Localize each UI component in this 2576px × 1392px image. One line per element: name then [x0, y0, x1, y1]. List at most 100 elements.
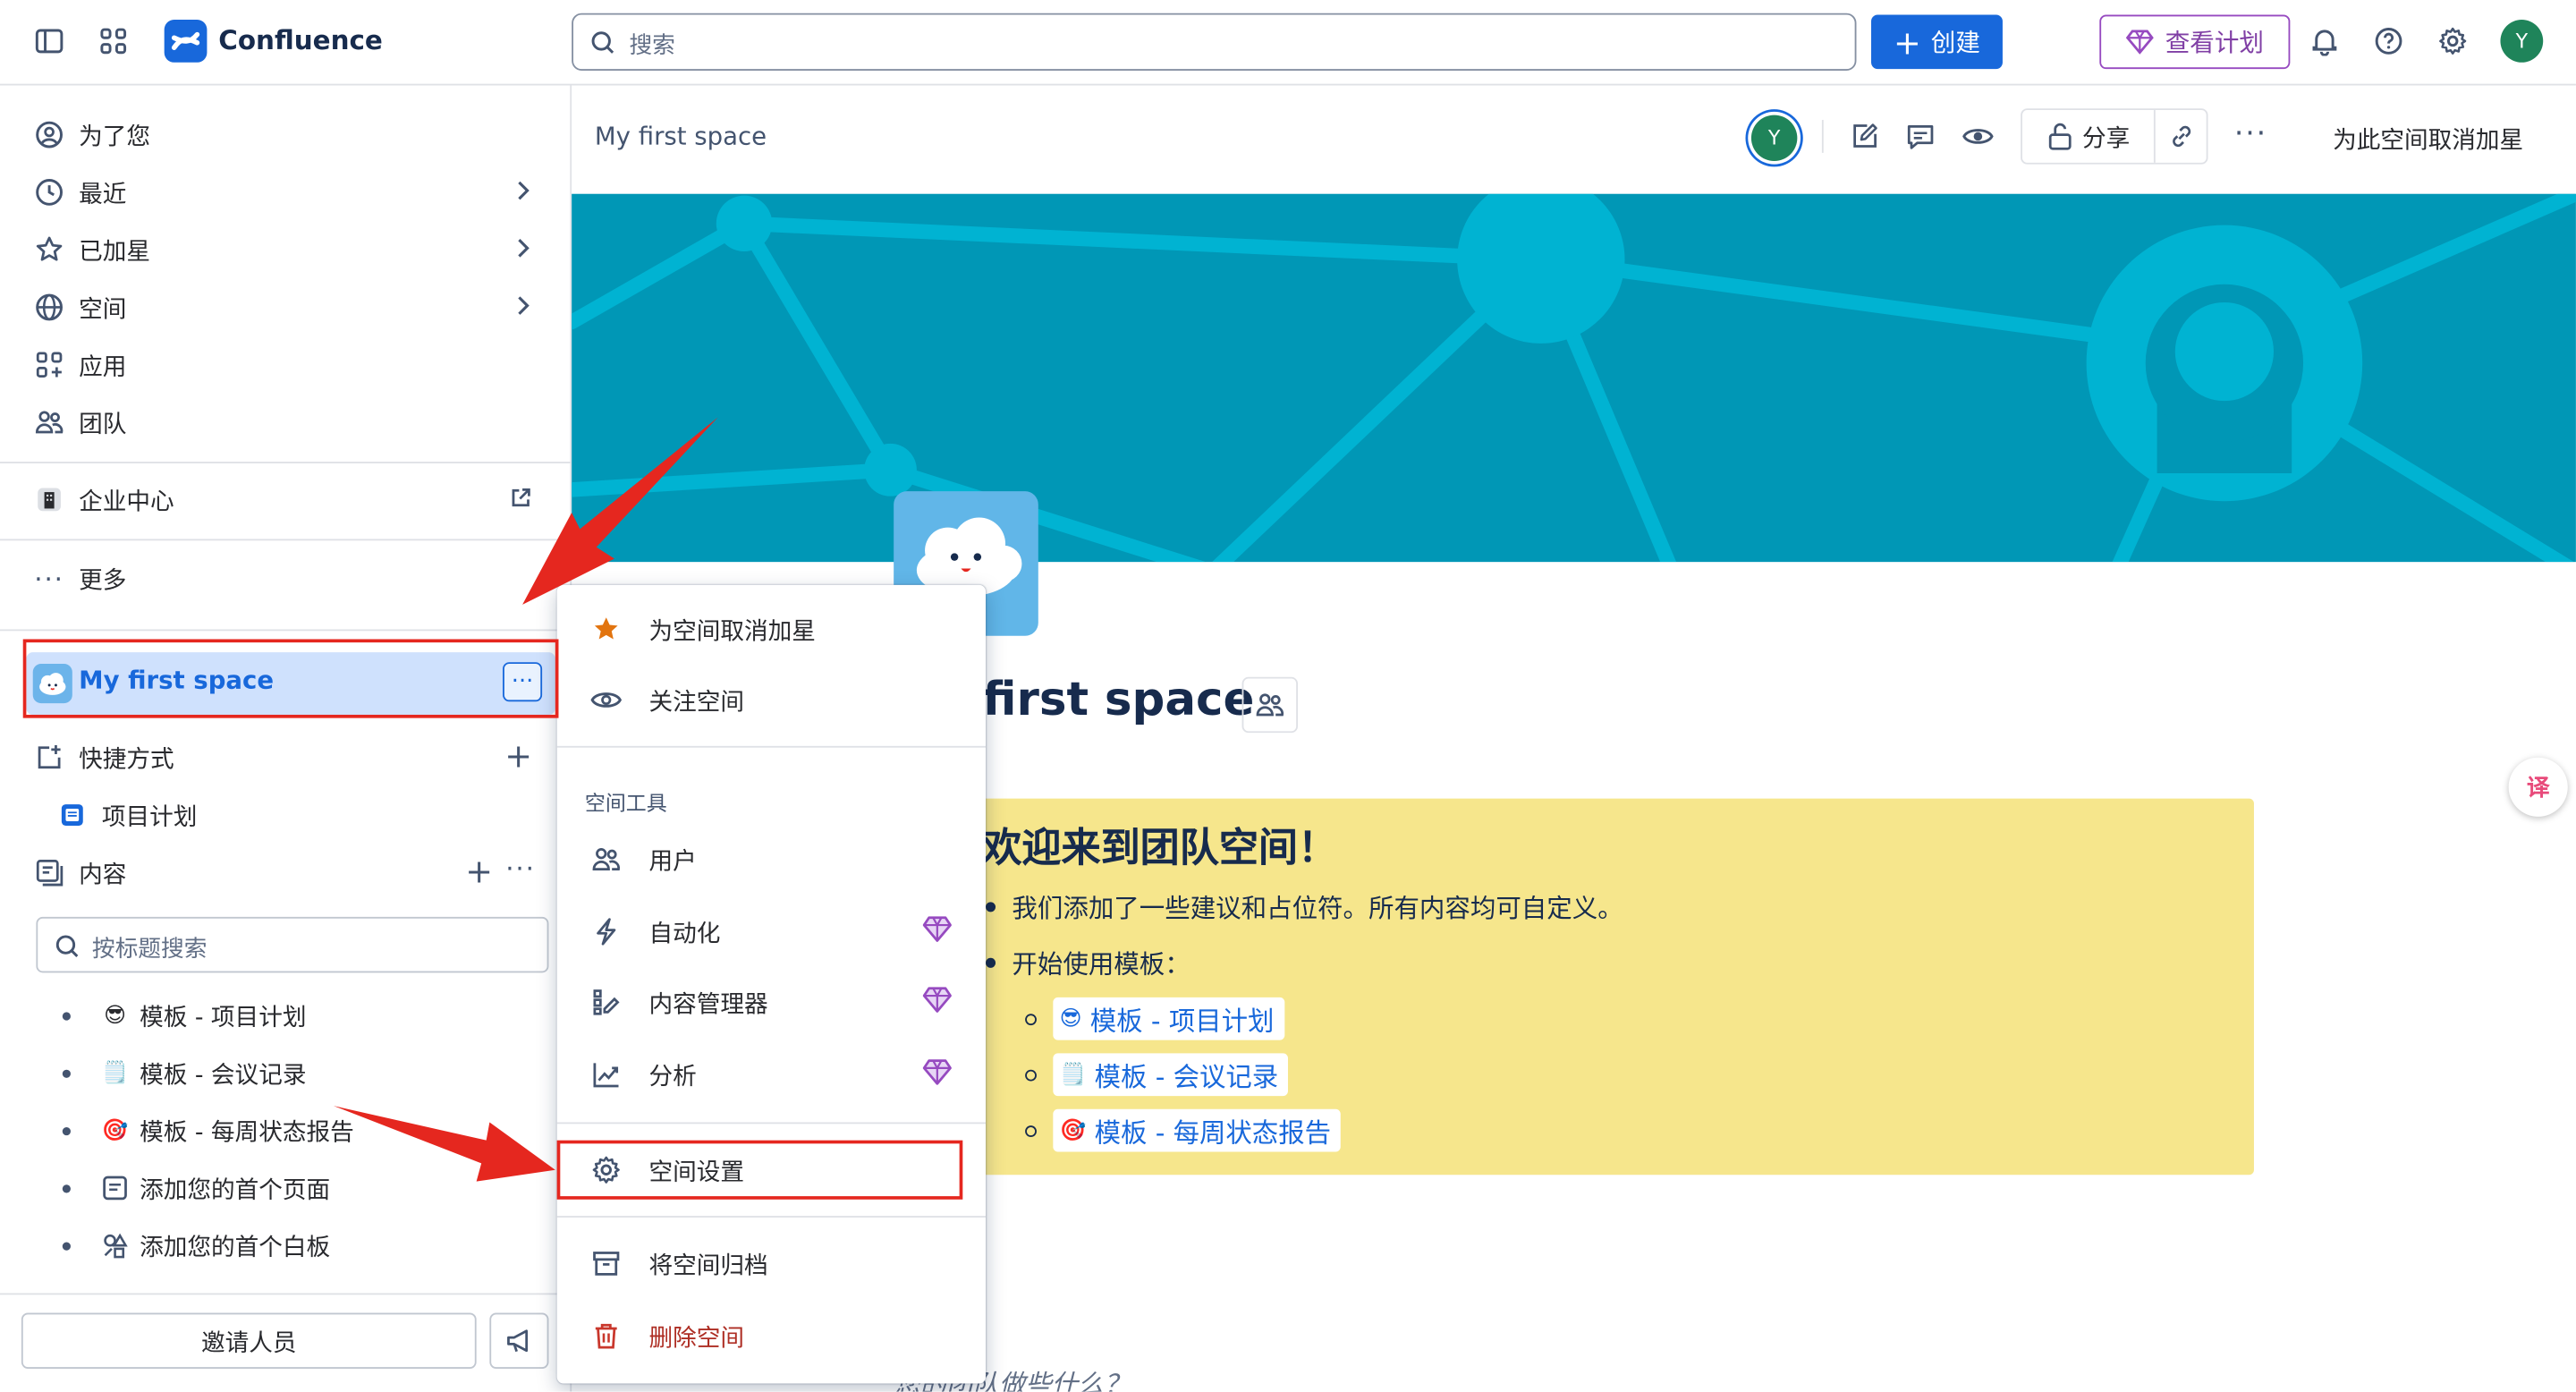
tree-item[interactable]: 添加您的首个白板	[62, 1223, 330, 1269]
feedback-megaphone-icon[interactable]	[489, 1312, 549, 1369]
star-icon	[33, 233, 66, 267]
space-banner-image	[572, 193, 2576, 563]
clock-icon	[33, 176, 66, 209]
invite-people-button[interactable]: 邀请人员	[21, 1312, 477, 1369]
user-avatar[interactable]: Y	[2500, 20, 2544, 63]
menu-item-content-manager[interactable]: 内容管理器	[557, 970, 986, 1035]
sidebar-item-teams[interactable]: 团队	[33, 397, 542, 446]
page-blue-icon	[55, 799, 89, 832]
share-button[interactable]: 分享	[2022, 110, 2154, 163]
page-header: My first space Y 分享 ··· 为此空间取消加星	[572, 85, 2576, 194]
shortcut-item-project-plan[interactable]: 项目计划	[55, 790, 542, 839]
plus-icon: +	[1893, 21, 1921, 62]
bullet	[62, 1068, 71, 1077]
team-people-icon[interactable]	[1241, 676, 1298, 734]
sidebar-item-starred[interactable]: 已加星	[33, 225, 542, 275]
line-chart-icon	[589, 1058, 623, 1091]
external-link-icon	[509, 487, 532, 510]
content-pages-icon	[33, 856, 66, 889]
tree-item[interactable]: 🗒️ 模板 - 会议记录	[62, 1050, 306, 1096]
page-more-actions-icon[interactable]: ···	[2234, 116, 2267, 151]
sidebar-item-apps[interactable]: 应用	[33, 340, 542, 389]
content-more-icon[interactable]: ···	[505, 853, 536, 884]
panel-title: 欢迎来到团队空间！	[982, 825, 1338, 871]
star-filled-icon	[589, 613, 623, 646]
create-button[interactable]: + 创建	[1871, 14, 2003, 70]
apps-grid-icon	[33, 348, 66, 381]
bullet-text: 开始使用模板：	[1012, 949, 1191, 980]
confluence-logo-icon[interactable]	[164, 20, 208, 63]
create-label: 创建	[1930, 28, 1980, 58]
comment-icon[interactable]	[1897, 114, 1943, 159]
sidebar-item-spaces[interactable]: 空间	[33, 283, 542, 332]
copy-link-icon[interactable]	[2156, 110, 2208, 163]
chevron-right-icon	[513, 294, 532, 318]
unlock-icon	[2046, 122, 2072, 151]
search-input[interactable]: 搜索	[572, 13, 1857, 71]
breadcrumb[interactable]: My first space	[595, 122, 767, 151]
sidebar: 为了您 最近 已加星 空间 应用 团队 企业中心 ··· 更多 My first…	[0, 85, 572, 1392]
title-search-input[interactable]: 按标题搜索	[36, 916, 549, 973]
menu-item-analytics[interactable]: 分析	[557, 1041, 986, 1107]
sidebar-item-more[interactable]: ··· 更多	[33, 554, 542, 603]
settings-gear-icon[interactable]	[2429, 18, 2475, 64]
search-placeholder: 搜索	[629, 32, 675, 60]
menu-item-watch-space[interactable]: 关注空间	[557, 667, 986, 733]
menu-item-archive-space[interactable]: 将空间归档	[557, 1231, 986, 1296]
premium-gem-icon	[921, 986, 953, 1014]
menu-item-label: 关注空间	[648, 689, 745, 716]
sidebar-item-shortcuts[interactable]: 快捷方式 +	[33, 733, 542, 782]
notifications-bell-icon[interactable]	[2301, 18, 2347, 64]
app-name[interactable]: Confluence	[218, 25, 383, 56]
help-icon[interactable]	[2366, 18, 2411, 64]
menu-item-users[interactable]: 用户	[557, 827, 986, 892]
sidebar-item-label: 空间	[79, 296, 127, 323]
people-icon	[33, 406, 66, 439]
sidebar-item-recent[interactable]: 最近	[33, 167, 542, 216]
sidebar-item-for-you[interactable]: 为了您	[33, 110, 542, 159]
tree-item[interactable]: 添加您的首个页面	[62, 1165, 330, 1210]
translate-icon[interactable]: 译	[2508, 757, 2568, 817]
edit-pencil-icon[interactable]	[1842, 114, 1887, 159]
bullet-item: 开始使用模板：	[986, 945, 1191, 980]
sidebar-item-label: 已加星	[79, 239, 151, 266]
divider	[556, 745, 987, 748]
collaborator-avatar[interactable]: Y	[1750, 115, 1798, 161]
sidebar-item-label: 内容	[79, 862, 127, 888]
menu-item-unstar-space[interactable]: 为空间取消加星	[557, 597, 986, 662]
tree-item[interactable]: 🎯 模板 - 每周状态报告	[62, 1108, 354, 1153]
tree-item[interactable]: 😎 模板 - 项目计划	[62, 992, 306, 1038]
menu-item-automation[interactable]: 自动化	[557, 899, 986, 964]
view-plans-button[interactable]: 查看计划	[2099, 14, 2291, 70]
template-link-status-report[interactable]: 🎯 模板 - 每周状态报告	[1053, 1108, 1342, 1152]
link-label: 模板 - 项目计划	[1089, 1006, 1275, 1037]
menu-item-label: 分析	[648, 1064, 697, 1091]
user-circle-icon	[33, 118, 66, 151]
globe-icon	[33, 291, 66, 324]
menu-item-label: 为空间取消加星	[648, 618, 816, 645]
target-emoji-icon: 🎯	[101, 1117, 129, 1143]
sidebar-item-content[interactable]: 内容 + ···	[33, 848, 542, 897]
menu-item-label: 内容管理器	[648, 991, 768, 1018]
menu-section-title: 空间工具	[584, 790, 667, 816]
sidebar-item-enterprise-hub[interactable]: 企业中心	[33, 475, 542, 524]
annotation-highlight-box	[22, 639, 559, 718]
template-link-project-plan[interactable]: 😎 模板 - 项目计划	[1053, 997, 1284, 1040]
annotation-highlight-box	[556, 1140, 963, 1200]
top-navigation-bar: Confluence 搜索 + 创建 查看计划 Y	[0, 0, 2576, 86]
template-link-meeting-notes[interactable]: 🗒️ 模板 - 会议记录	[1053, 1053, 1289, 1097]
add-content-plus-icon[interactable]: +	[465, 851, 493, 890]
bullet	[1025, 1125, 1037, 1137]
sidebar-toggle-icon[interactable]	[26, 18, 72, 64]
eye-icon	[589, 683, 623, 717]
unstar-space-button[interactable]: 为此空间取消加星	[2333, 122, 2523, 157]
app-switcher-icon[interactable]	[90, 18, 136, 64]
watch-eye-icon[interactable]	[1955, 114, 2001, 159]
sidebar-item-label: 最近	[79, 181, 127, 208]
menu-item-delete-space[interactable]: 删除空间	[557, 1303, 986, 1369]
divider	[0, 1293, 572, 1295]
divider	[1821, 120, 1824, 153]
template-link-item: 🎯 模板 - 每周状态报告	[1025, 1108, 1342, 1152]
add-shortcut-plus-icon[interactable]: +	[504, 740, 532, 773]
premium-gem-icon	[921, 915, 953, 943]
